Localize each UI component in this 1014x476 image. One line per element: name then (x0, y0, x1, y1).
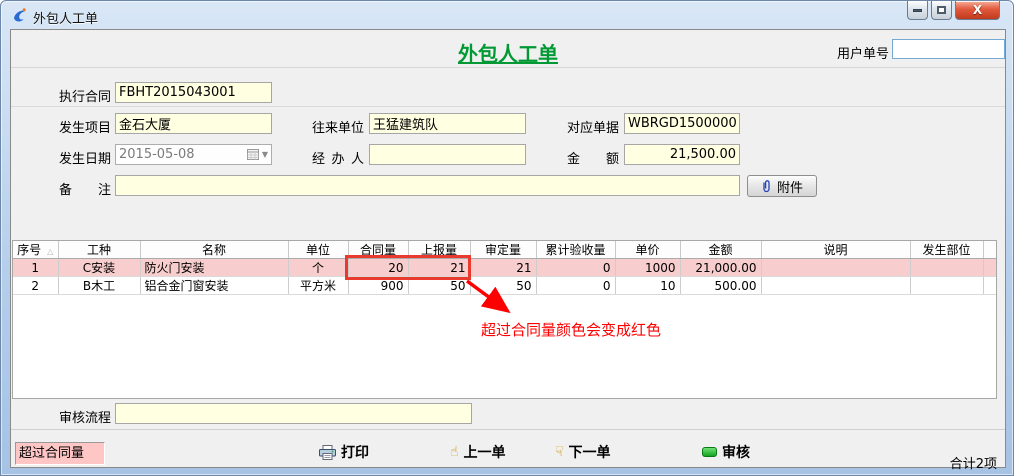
date-picker[interactable]: 2015-05-08 ▼ (115, 144, 272, 165)
form-header: 外包人工单 用户单号 (11, 30, 1005, 68)
user-no-label: 用户单号 (837, 43, 889, 62)
contract-input[interactable] (115, 82, 272, 103)
col-header-contract-qty[interactable]: 合同量 (348, 241, 408, 259)
refdoc-label: 对应单据 (567, 117, 619, 136)
col-header-name[interactable]: 名称 (140, 241, 288, 259)
col-header-filler (983, 241, 997, 259)
handler-label: 经办人 (312, 148, 364, 167)
amount-input[interactable] (624, 144, 740, 165)
cell[interactable]: 20 (348, 259, 408, 277)
minimize-button[interactable] (907, 1, 928, 20)
close-icon: X (973, 3, 982, 17)
approve-label: 审核 (722, 442, 750, 462)
total-count: 合计2项 (950, 453, 997, 472)
col-header-price[interactable]: 单价 (615, 241, 680, 259)
cell[interactable]: 1 (13, 259, 58, 277)
cell[interactable]: 0 (536, 277, 615, 295)
col-header-approved-qty[interactable]: 审定量 (470, 241, 536, 259)
cell[interactable]: 0 (536, 259, 615, 277)
table-header-row: 序号△ 工种 名称 单位 合同量 上报量 审定量 累计验收量 单价 金额 说明 … (13, 241, 997, 259)
cell[interactable]: 500.00 (680, 277, 761, 295)
table-row[interactable]: 1 C安装 防火门安装 个 20 21 21 0 1000 21,000.00 (13, 259, 997, 277)
cell[interactable] (761, 277, 910, 295)
cell[interactable]: 个 (288, 259, 348, 277)
exceed-legend: 超过合同量 (15, 442, 105, 465)
attachment-button-label: 附件 (777, 177, 803, 196)
project-label: 发生项目 (59, 117, 111, 136)
print-button[interactable]: 打印 (319, 442, 369, 462)
cell[interactable] (910, 259, 983, 277)
col-header-note[interactable]: 说明 (761, 241, 910, 259)
counterpart-label: 往来单位 (312, 117, 364, 136)
date-value: 2015-05-08 (119, 147, 247, 162)
cell[interactable]: 10 (615, 277, 680, 295)
col-header-reported-qty[interactable]: 上报量 (408, 241, 470, 259)
cell[interactable]: 21,000.00 (680, 259, 761, 277)
attachment-button[interactable]: 附件 (747, 175, 817, 197)
printer-icon (319, 445, 336, 460)
next-doc-button[interactable]: ☟ 下一单 (555, 442, 611, 462)
restore-icon (937, 6, 946, 14)
hand-down-icon: ☟ (555, 445, 564, 459)
cell[interactable]: 铝合金门窗安装 (140, 277, 288, 295)
cell[interactable] (761, 259, 910, 277)
remark-input[interactable] (115, 175, 740, 196)
col-header-seq[interactable]: 序号△ (13, 241, 58, 259)
date-label: 发生日期 (59, 148, 111, 167)
col-header-accum-qty[interactable]: 累计验收量 (536, 241, 615, 259)
app-window: 外包人工单 X 外包人工单 用户单号 执行合同 发生项目 往来单位 对应单据 发… (0, 0, 1014, 476)
col-header-location[interactable]: 发生部位 (910, 241, 983, 259)
col-header-unit[interactable]: 单位 (288, 241, 348, 259)
previous-doc-label: 上一单 (464, 442, 506, 462)
cell[interactable]: 1000 (615, 259, 680, 277)
cell[interactable]: B木工 (58, 277, 140, 295)
restore-button[interactable] (931, 1, 952, 20)
cell[interactable]: 防火门安装 (140, 259, 288, 277)
remark-label: 备注 (59, 179, 111, 198)
window-controls: X (904, 1, 1000, 20)
handler-input[interactable] (369, 144, 526, 165)
bottom-bar: 超过合同量 打印 ☝ 上一单 ☟ 下一单 (11, 429, 1005, 469)
title-bar[interactable]: 外包人工单 X (1, 1, 1013, 29)
cell[interactable]: 平方米 (288, 277, 348, 295)
divider (11, 106, 1005, 107)
refdoc-input[interactable] (624, 113, 740, 134)
detail-grid: 序号△ 工种 名称 单位 合同量 上报量 审定量 累计验收量 单价 金额 说明 … (12, 240, 997, 399)
approve-button[interactable]: 审核 (702, 442, 750, 462)
cell[interactable]: 900 (348, 277, 408, 295)
annotation-text: 超过合同量颜色会变成红色 (481, 319, 661, 340)
contract-label: 执行合同 (59, 86, 111, 105)
cell[interactable]: C安装 (58, 259, 140, 277)
previous-doc-button[interactable]: ☝ 上一单 (450, 442, 506, 462)
close-button[interactable]: X (955, 1, 1000, 20)
cell[interactable]: 21 (408, 259, 470, 277)
cell-filler (983, 277, 997, 295)
approve-icon (702, 447, 717, 457)
amount-label: 金额 (567, 148, 619, 167)
paperclip-icon (761, 179, 772, 193)
minimize-icon (913, 9, 922, 12)
next-doc-label: 下一单 (569, 442, 611, 462)
calendar-icon (247, 149, 259, 160)
window-title: 外包人工单 (33, 8, 98, 27)
cell[interactable]: 2 (13, 277, 58, 295)
cell-filler (983, 259, 997, 277)
review-input[interactable] (115, 403, 472, 424)
project-input[interactable] (115, 113, 272, 134)
dropdown-arrow-icon[interactable]: ▼ (262, 150, 268, 159)
cell[interactable]: 21 (470, 259, 536, 277)
col-header-trade[interactable]: 工种 (58, 241, 140, 259)
review-label: 审核流程 (59, 407, 111, 426)
col-header-amount[interactable]: 金额 (680, 241, 761, 259)
sort-indicator-icon: △ (47, 247, 53, 256)
hand-up-icon: ☝ (450, 445, 459, 459)
client-area: 外包人工单 用户单号 执行合同 发生项目 往来单位 对应单据 发生日期 2015… (10, 29, 1006, 468)
user-no-input[interactable] (892, 39, 1005, 59)
app-logo-icon (11, 7, 27, 23)
cell[interactable] (910, 277, 983, 295)
annotation-arrow-icon (461, 277, 525, 323)
print-button-label: 打印 (341, 442, 369, 462)
counterpart-input[interactable] (369, 113, 526, 134)
review-strip: 审核流程 (11, 399, 1005, 429)
